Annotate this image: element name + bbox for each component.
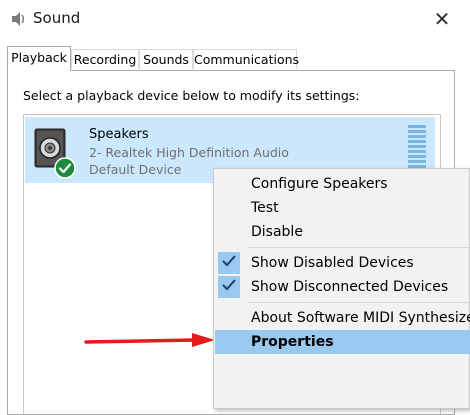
device-name: Speakers [89,127,149,142]
default-check-icon [54,157,76,179]
menu-item-properties[interactable]: Properties [215,330,470,354]
menu-separator [248,302,469,303]
tab-playback[interactable]: Playback [7,46,71,71]
menu-item-label: Disable [251,224,303,240]
menu-item-show-disabled-devices[interactable]: Show Disabled Devices [215,251,470,275]
close-icon: ✕ [433,7,451,31]
tab-recording[interactable]: Recording [71,49,139,69]
menu-item-configure-speakers[interactable]: Configure Speakers [215,172,470,196]
menu-separator [248,247,469,248]
speaker-title-icon [12,12,25,26]
checkmark-icon [218,276,240,298]
menu-item-test[interactable]: Test [215,196,470,220]
title-bar: Sound ✕ [0,0,470,38]
menu-item-label: Show Disconnected Devices [251,279,449,295]
menu-item-show-disconnected-devices[interactable]: Show Disconnected Devices [215,275,470,299]
menu-item-disable[interactable]: Disable [215,220,470,244]
checkmark-icon [218,252,240,274]
tab-sounds[interactable]: Sounds [139,49,193,69]
menu-item-about-midi-synthesizer[interactable]: About Software MIDI Synthesizer [215,306,470,330]
context-menu: Configure Speakers Test Disable Show Dis… [213,168,470,409]
menu-item-label: Configure Speakers [251,176,388,192]
menu-item-label: Test [251,200,279,216]
menu-item-label: Show Disabled Devices [251,255,414,271]
window-title: Sound [33,9,81,27]
close-button[interactable]: ✕ [428,5,456,33]
device-driver: 2- Realtek High Definition Audio [89,145,289,160]
tab-communications[interactable]: Communications [193,49,299,69]
menu-item-label: About Software MIDI Synthesizer [251,310,470,326]
red-arrow-annotation [84,333,215,347]
instruction-text: Select a playback device below to modify… [23,88,360,103]
menu-item-label: Properties [251,334,334,350]
device-status: Default Device [89,162,182,177]
